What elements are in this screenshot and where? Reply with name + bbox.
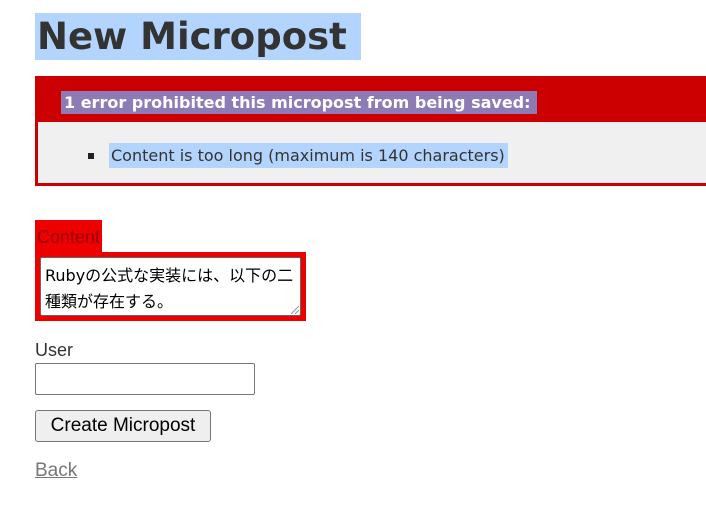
error-header-text: 1 error prohibited this micropost from b…	[61, 91, 537, 114]
page: New Micropost 1 error prohibited this mi…	[0, 0, 706, 516]
create-micropost-button[interactable]: Create Micropost	[35, 410, 211, 442]
error-message-text: Content is too long (maximum is 140 char…	[109, 143, 508, 168]
user-input[interactable]	[35, 363, 255, 395]
content-textarea-value: Rubyの公式な実装には、以下の二種類が存在する。	[45, 266, 294, 311]
content-textarea[interactable]: Rubyの公式な実装には、以下の二種類が存在する。	[40, 257, 301, 316]
content-textarea-error-wrapper: Rubyの公式な実装には、以下の二種類が存在する。	[35, 252, 306, 321]
bullet-icon	[88, 152, 94, 159]
resize-handle-icon[interactable]	[291, 306, 299, 314]
error-header: 1 error prohibited this micropost from b…	[38, 79, 706, 122]
error-explanation: 1 error prohibited this micropost from b…	[35, 76, 706, 186]
back-link[interactable]: Back	[35, 458, 77, 484]
content-label: Content	[37, 227, 101, 247]
user-label: User	[35, 340, 74, 360]
content-field-error-wrapper: Content	[35, 220, 103, 252]
page-title: New Micropost	[35, 13, 361, 60]
error-message-item: Content is too long (maximum is 140 char…	[88, 143, 508, 168]
